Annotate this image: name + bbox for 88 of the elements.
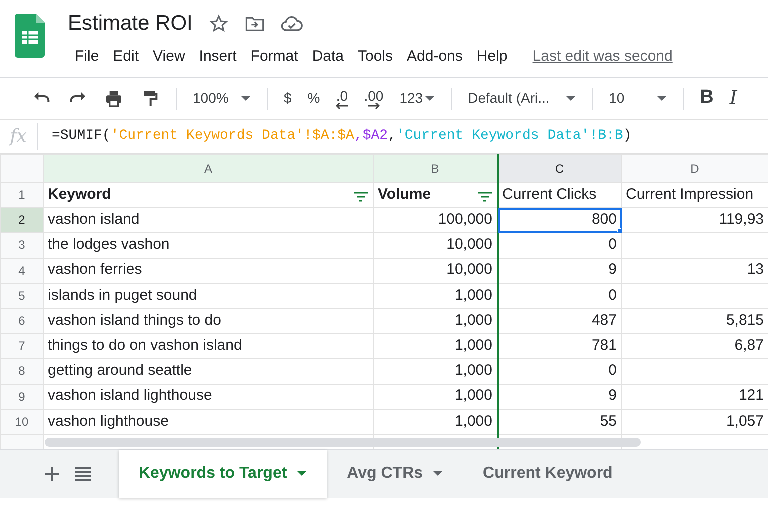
menu-item[interactable]: Edit (106, 44, 146, 70)
zoom-dropdown[interactable]: 100% (187, 86, 257, 111)
caret-icon (657, 96, 668, 102)
format-button[interactable]: .0 (330, 86, 354, 110)
table-cell: 0 (498, 232, 622, 258)
row-number[interactable]: 5 (0, 283, 44, 308)
row-number[interactable]: 2 (0, 208, 44, 233)
table-cell: vashon island things to do (44, 308, 374, 334)
sheet-list-icon[interactable] (75, 467, 91, 481)
font-size-dropdown[interactable]: 10 (603, 86, 674, 111)
menu-item[interactable]: Insert (192, 44, 244, 70)
row-number[interactable]: 4 (0, 258, 44, 284)
row-number[interactable]: 9 (0, 384, 44, 410)
table-cell: the lodges vashon (44, 232, 374, 258)
row-number[interactable]: 10 (0, 409, 44, 434)
selected-cell[interactable]: 800 (498, 208, 622, 233)
formula-label: fx (0, 123, 38, 150)
menu-item[interactable]: Format (244, 44, 306, 70)
table-cell: 55 (498, 409, 622, 434)
table-cell: 487 (498, 308, 622, 334)
row-number[interactable]: 6 (0, 308, 44, 334)
menu-item[interactable]: Help (470, 44, 515, 70)
add-sheet-icon[interactable] (45, 467, 59, 481)
sheet-tab[interactable]: Current Keyword (463, 450, 633, 498)
caret-icon[interactable] (297, 471, 308, 477)
table-cell: 0 (498, 358, 622, 384)
sheet-tab[interactable]: Keywords to Target (119, 450, 328, 498)
menu-item[interactable]: Data (305, 44, 351, 70)
column-header[interactable]: A (44, 154, 374, 182)
header-cell: Current Clicks (498, 182, 622, 208)
format-button[interactable]: 123 (394, 86, 442, 111)
table-cell: 1,000 (374, 283, 498, 308)
table-cell: 1,000 (374, 358, 498, 384)
document-title[interactable]: Estimate ROI (68, 8, 193, 40)
last-edit-link[interactable]: Last edit was second (532, 46, 673, 68)
table-cell: 9 (498, 384, 622, 410)
caret-icon (566, 96, 576, 102)
table-cell: getting around seattle (44, 358, 374, 384)
table-cell: vashon ferries (44, 258, 374, 284)
table-cell: 781 (498, 334, 622, 359)
menu-item[interactable]: Tools (351, 44, 400, 70)
caret-icon[interactable] (433, 471, 444, 477)
filter-icon[interactable] (478, 192, 492, 202)
sheet-tab[interactable]: Avg CTRs (327, 450, 464, 498)
format-button[interactable]: .00 (358, 86, 390, 110)
column-header[interactable]: B (374, 154, 498, 182)
horizontal-scrollbar[interactable] (45, 438, 641, 447)
table-cell: vashon island lighthouse (44, 384, 374, 410)
table-cell: things to do on vashon island (44, 334, 374, 359)
table-cell: 0 (498, 283, 622, 308)
menu-item[interactable]: Add-ons (400, 44, 470, 70)
column-header[interactable]: D (622, 154, 768, 182)
row-number[interactable]: 3 (0, 232, 44, 258)
table-cell: 1,000 (374, 334, 498, 359)
table-cell: 1,000 (374, 308, 498, 334)
star-icon[interactable] (208, 14, 229, 34)
format-button[interactable]: $ (278, 86, 298, 111)
row-number[interactable]: 8 (0, 358, 44, 384)
menu-item[interactable]: File (68, 44, 106, 70)
table-cell: 1,000 (374, 409, 498, 434)
formula-input[interactable]: =SUMIF('Current Keywords Data'!$A:$A,$A2,'Current Keywords Data'!B:B) (52, 126, 632, 147)
caret-icon (425, 96, 436, 102)
table-cell: 10,000 (374, 232, 498, 258)
style-button[interactable]: I (724, 82, 744, 115)
row-number[interactable]: 7 (0, 334, 44, 359)
table-cell: vashon lighthouse (44, 409, 374, 434)
column-header[interactable]: C (498, 154, 622, 182)
menu-item[interactable]: View (146, 44, 192, 70)
row-number[interactable]: 1 (0, 182, 44, 208)
table-cell: islands in puget sound (44, 283, 374, 308)
filter-icon[interactable] (354, 192, 368, 202)
print-icon[interactable] (104, 88, 124, 108)
move-folder-icon[interactable] (244, 14, 265, 33)
sheets-logo-icon[interactable] (15, 14, 45, 58)
table-cell: 9 (498, 258, 622, 284)
table-cell: 1,000 (374, 384, 498, 410)
cloud-icon[interactable] (280, 14, 303, 33)
style-button[interactable]: B (694, 82, 720, 115)
table-cell: vashon island (44, 208, 374, 233)
font-dropdown[interactable]: Default (Ari... (462, 86, 582, 111)
arrow-left-icon (336, 102, 348, 108)
table-cell: 100,000 (374, 208, 498, 233)
caret-icon (241, 96, 251, 102)
table-cell: 10,000 (374, 258, 498, 284)
header-cell: Keyword (44, 182, 374, 208)
arrow-right-icon (368, 102, 380, 108)
format-button[interactable]: % (302, 86, 326, 111)
header-cell: Volume (374, 182, 498, 208)
